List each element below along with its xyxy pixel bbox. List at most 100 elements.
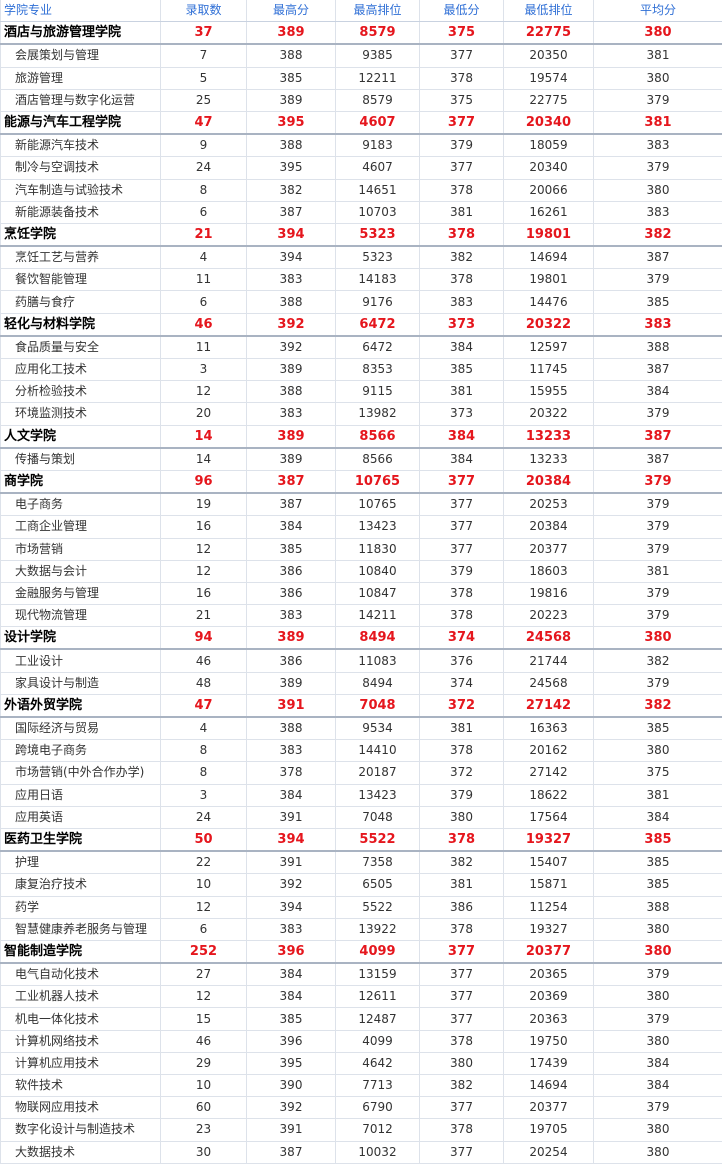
major-name-cell: 物联网应用技术: [1, 1097, 161, 1119]
major-lowest-score-cell: 381: [420, 201, 504, 223]
major-row: 工业设计463861108337621744382: [1, 649, 722, 672]
major-lowest-rank-cell: 14694: [504, 1075, 594, 1097]
major-highest-rank-cell: 8353: [336, 359, 420, 381]
table-header: 学院专业 录取数 最高分 最高排位 最低分 最低排位 平均分: [1, 0, 722, 22]
header-highest-score[interactable]: 最高分: [247, 0, 336, 22]
major-average-score-cell: 379: [594, 157, 722, 179]
major-highest-score-cell: 387: [247, 493, 336, 516]
major-lowest-rank-cell: 21744: [504, 649, 594, 672]
major-name-cell: 新能源汽车技术: [1, 134, 161, 157]
college-highest-rank-cell: 8579: [336, 22, 420, 45]
major-row: 旅游管理53851221137819574380: [1, 67, 722, 89]
major-lowest-rank-cell: 19750: [504, 1030, 594, 1052]
major-lowest-rank-cell: 11745: [504, 359, 594, 381]
major-average-score-cell: 379: [594, 89, 722, 111]
header-lowest-score[interactable]: 最低分: [420, 0, 504, 22]
major-lowest-rank-cell: 14476: [504, 291, 594, 313]
major-name-cell: 应用英语: [1, 806, 161, 828]
major-average-score-cell: 380: [594, 740, 722, 762]
major-highest-rank-cell: 13423: [336, 784, 420, 806]
college-average-score-cell: 382: [594, 223, 722, 246]
major-admitted-count-cell: 8: [161, 179, 247, 201]
major-admitted-count-cell: 6: [161, 201, 247, 223]
major-row: 工业机器人技术123841261137720369380: [1, 986, 722, 1008]
major-lowest-score-cell: 377: [420, 986, 504, 1008]
college-row: 烹饪学院21394532337819801382: [1, 223, 722, 246]
college-lowest-score-cell: 372: [420, 694, 504, 717]
college-average-score-cell: 380: [594, 22, 722, 45]
header-highest-rank[interactable]: 最高排位: [336, 0, 420, 22]
major-lowest-score-cell: 372: [420, 762, 504, 784]
major-highest-rank-cell: 8494: [336, 672, 420, 694]
major-name-cell: 国际经济与贸易: [1, 717, 161, 740]
major-average-score-cell: 379: [594, 516, 722, 538]
major-lowest-score-cell: 384: [420, 336, 504, 359]
college-highest-score-cell: 391: [247, 694, 336, 717]
major-average-score-cell: 385: [594, 851, 722, 874]
major-highest-score-cell: 391: [247, 806, 336, 828]
college-lowest-rank-cell: 19327: [504, 828, 594, 851]
major-highest-rank-cell: 6472: [336, 336, 420, 359]
major-highest-score-cell: 383: [247, 605, 336, 627]
college-lowest-score-cell: 378: [420, 223, 504, 246]
college-row: 能源与汽车工程学院47395460737720340381: [1, 111, 722, 134]
major-lowest-rank-cell: 17439: [504, 1052, 594, 1074]
major-highest-score-cell: 396: [247, 1030, 336, 1052]
major-name-cell: 现代物流管理: [1, 605, 161, 627]
major-row: 应用日语33841342337918622381: [1, 784, 722, 806]
major-lowest-rank-cell: 14694: [504, 246, 594, 269]
college-admitted-count-cell: 46: [161, 313, 247, 336]
header-average-score[interactable]: 平均分: [594, 0, 722, 22]
major-highest-rank-cell: 13423: [336, 516, 420, 538]
major-lowest-score-cell: 380: [420, 806, 504, 828]
college-admitted-count-cell: 96: [161, 470, 247, 493]
major-name-cell: 旅游管理: [1, 67, 161, 89]
major-name-cell: 护理: [1, 851, 161, 874]
major-highest-rank-cell: 12611: [336, 986, 420, 1008]
major-admitted-count-cell: 60: [161, 1097, 247, 1119]
college-name-cell: 智能制造学院: [1, 940, 161, 963]
header-college-major[interactable]: 学院专业: [1, 0, 161, 22]
header-lowest-rank[interactable]: 最低排位: [504, 0, 594, 22]
major-admitted-count-cell: 24: [161, 157, 247, 179]
college-highest-rank-cell: 8494: [336, 627, 420, 650]
major-highest-rank-cell: 10032: [336, 1141, 420, 1163]
major-lowest-rank-cell: 18059: [504, 134, 594, 157]
major-lowest-rank-cell: 19574: [504, 67, 594, 89]
major-row: 市场营销123851183037720377379: [1, 538, 722, 560]
major-highest-rank-cell: 14183: [336, 269, 420, 291]
major-highest-score-cell: 385: [247, 538, 336, 560]
major-admitted-count-cell: 8: [161, 740, 247, 762]
major-highest-score-cell: 389: [247, 672, 336, 694]
major-lowest-score-cell: 377: [420, 963, 504, 986]
college-lowest-rank-cell: 13233: [504, 425, 594, 448]
major-average-score-cell: 381: [594, 784, 722, 806]
major-admitted-count-cell: 29: [161, 1052, 247, 1074]
college-lowest-rank-cell: 22775: [504, 22, 594, 45]
major-lowest-score-cell: 378: [420, 605, 504, 627]
major-highest-rank-cell: 6790: [336, 1097, 420, 1119]
college-average-score-cell: 382: [594, 694, 722, 717]
college-row: 轻化与材料学院46392647237320322383: [1, 313, 722, 336]
major-admitted-count-cell: 48: [161, 672, 247, 694]
major-highest-rank-cell: 7048: [336, 806, 420, 828]
college-row: 外语外贸学院47391704837227142382: [1, 694, 722, 717]
major-row: 家具设计与制造48389849437424568379: [1, 672, 722, 694]
major-lowest-rank-cell: 16363: [504, 717, 594, 740]
major-name-cell: 餐饮智能管理: [1, 269, 161, 291]
major-lowest-score-cell: 377: [420, 44, 504, 67]
major-highest-rank-cell: 10840: [336, 560, 420, 582]
major-highest-score-cell: 383: [247, 403, 336, 425]
major-admitted-count-cell: 21: [161, 605, 247, 627]
major-highest-score-cell: 388: [247, 717, 336, 740]
major-name-cell: 传播与策划: [1, 448, 161, 471]
major-highest-score-cell: 395: [247, 157, 336, 179]
college-row: 医药卫生学院50394552237819327385: [1, 828, 722, 851]
major-highest-score-cell: 390: [247, 1075, 336, 1097]
college-admitted-count-cell: 47: [161, 111, 247, 134]
major-name-cell: 汽车制造与试验技术: [1, 179, 161, 201]
college-lowest-rank-cell: 19801: [504, 223, 594, 246]
header-admitted-count[interactable]: 录取数: [161, 0, 247, 22]
major-average-score-cell: 380: [594, 179, 722, 201]
major-highest-score-cell: 394: [247, 246, 336, 269]
